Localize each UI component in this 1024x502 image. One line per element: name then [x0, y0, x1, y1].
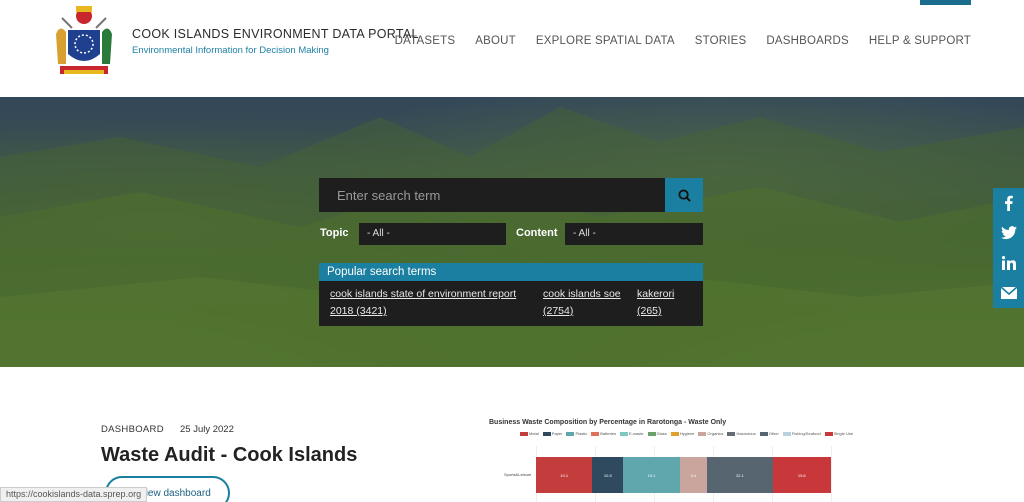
- chart-category-label: Sports&Leisure: [504, 472, 532, 477]
- content-type-label: DASHBOARD: [101, 424, 164, 435]
- bar-segment-plastic[interactable]: 19.1: [623, 457, 680, 493]
- legend-label: Batteries: [600, 431, 617, 436]
- chart-title: Business Waste Composition by Percentage…: [489, 419, 727, 426]
- bar-segment-single-use[interactable]: 19.8: [772, 457, 831, 493]
- search-input[interactable]: [319, 178, 665, 212]
- popular-term-soe[interactable]: cook islands soe (2754): [543, 286, 621, 320]
- view-dashboard-label: View dashboard: [139, 487, 211, 499]
- popular-search-heading: Popular search terms: [319, 263, 703, 281]
- content-label: Content: [516, 227, 558, 239]
- chart-legend: Metal Paper Plastic Batteries E-waste Glass Hy…: [520, 431, 853, 436]
- bar-segment-other[interactable]: 22.1: [707, 457, 773, 493]
- linkedin-icon: [1001, 256, 1016, 270]
- legend-item-e-waste: E-waste: [620, 431, 644, 436]
- publish-date: 25 July 2022: [180, 424, 234, 435]
- legend-item-plastic: Plastic: [566, 431, 587, 436]
- legend-swatch: [824, 431, 833, 436]
- site-subtitle: Environmental Information for Decision M…: [132, 45, 329, 56]
- legend-swatch: [698, 431, 707, 436]
- popular-term-count[interactable]: (2754): [543, 303, 621, 320]
- main-nav: DATASETS ABOUT EXPLORE SPATIAL DATA STOR…: [395, 35, 971, 47]
- popular-term-line[interactable]: cook islands state of environment report: [330, 286, 516, 303]
- twitter-icon: [1000, 226, 1017, 240]
- legend-swatch: [620, 431, 629, 436]
- legend-item-hazardous: Hazardous: [727, 431, 756, 436]
- nav-help-support[interactable]: HELP & SUPPORT: [869, 35, 971, 47]
- legend-swatch: [727, 431, 736, 436]
- legend-swatch: [566, 431, 575, 436]
- search-icon: [677, 188, 691, 202]
- top-accent-bar: [920, 0, 971, 5]
- waste-composition-chart[interactable]: Business Waste Composition by Percentage…: [486, 416, 890, 502]
- legend-label: Hazardous: [736, 431, 756, 436]
- legend-item-metal: Metal: [520, 431, 539, 436]
- dashboard-title[interactable]: Waste Audit - Cook Islands: [101, 444, 357, 467]
- chart-gridline: [831, 446, 832, 502]
- popular-term-line[interactable]: cook islands soe: [543, 286, 621, 303]
- legend-swatch: [782, 431, 791, 436]
- legend-label: Glass: [656, 431, 667, 436]
- popular-term-soe-report[interactable]: cook islands state of environment report…: [330, 286, 516, 320]
- legend-label: Metal: [529, 431, 539, 436]
- nav-explore-spatial-data[interactable]: EXPLORE SPATIAL DATA: [536, 35, 675, 47]
- email-icon: [1000, 287, 1017, 299]
- legend-item-hygiene: Hygiene: [670, 431, 695, 436]
- email-share[interactable]: [993, 278, 1024, 308]
- facebook-share[interactable]: [993, 188, 1024, 218]
- topic-label: Topic: [320, 227, 349, 239]
- nav-datasets[interactable]: DATASETS: [395, 35, 456, 47]
- legend-label: Organics: [707, 431, 724, 436]
- social-share-bar: [993, 188, 1024, 308]
- legend-swatch: [591, 431, 600, 436]
- popular-term-count[interactable]: 2018 (3421): [330, 303, 516, 320]
- bar-segment-organics[interactable]: 9.4: [679, 457, 708, 493]
- facebook-icon: [1004, 195, 1013, 211]
- popular-term-count[interactable]: (265): [637, 303, 674, 320]
- coat-of-arms-logo[interactable]: [50, 4, 118, 78]
- mountain-backdrop: [0, 107, 1024, 367]
- legend-label: Plastic: [575, 431, 588, 436]
- nav-dashboards[interactable]: DASHBOARDS: [766, 35, 849, 47]
- popular-term-line[interactable]: kakerori: [637, 286, 674, 303]
- legend-swatch: [542, 431, 551, 436]
- site-title[interactable]: COOK ISLANDS ENVIRONMENT DATA PORTAL: [132, 27, 419, 41]
- legend-item-fishing-seafood: Fishing/Seafood: [782, 431, 821, 436]
- legend-item-batteries: Batteries: [591, 431, 616, 436]
- legend-swatch: [670, 431, 679, 436]
- legend-label: Other: [768, 431, 779, 436]
- legend-swatch: [647, 431, 656, 436]
- legend-item-organics: Organics: [698, 431, 723, 436]
- content-select[interactable]: - All -: [565, 223, 703, 245]
- legend-swatch: [520, 431, 528, 436]
- popular-search-panel: Popular search terms cook islands state …: [319, 263, 703, 326]
- nav-about[interactable]: ABOUT: [475, 35, 516, 47]
- hero-banner: Topic - All - Content - All - Popular se…: [0, 97, 1024, 367]
- nav-stories[interactable]: STORIES: [695, 35, 747, 47]
- legend-label: Single Use: [833, 431, 854, 436]
- legend-label: E-waste: [629, 431, 644, 436]
- topic-select[interactable]: - All -: [359, 223, 506, 245]
- legend-label: Fishing/Seafood: [791, 431, 821, 436]
- legend-item-paper: Paper: [542, 431, 563, 436]
- popular-term-kakerori[interactable]: kakerori (265): [637, 286, 674, 320]
- linkedin-share[interactable]: [993, 248, 1024, 278]
- legend-label: Paper: [551, 431, 563, 436]
- twitter-share[interactable]: [993, 218, 1024, 248]
- search-button[interactable]: [665, 178, 703, 212]
- legend-item-single-use: Single Use: [824, 431, 854, 436]
- status-bar-url: https://cookislands-data.sprep.org: [0, 487, 148, 502]
- bar-segment-metal[interactable]: 19.1: [536, 457, 593, 493]
- site-header: COOK ISLANDS ENVIRONMENT DATA PORTAL Env…: [0, 0, 1024, 97]
- legend-swatch: [759, 431, 768, 436]
- legend-item-other: Other: [759, 431, 779, 436]
- legend-label: Hygiene: [679, 431, 695, 436]
- bar-segment-paper[interactable]: 10.5: [592, 457, 624, 493]
- legend-item-glass: Glass: [647, 431, 667, 436]
